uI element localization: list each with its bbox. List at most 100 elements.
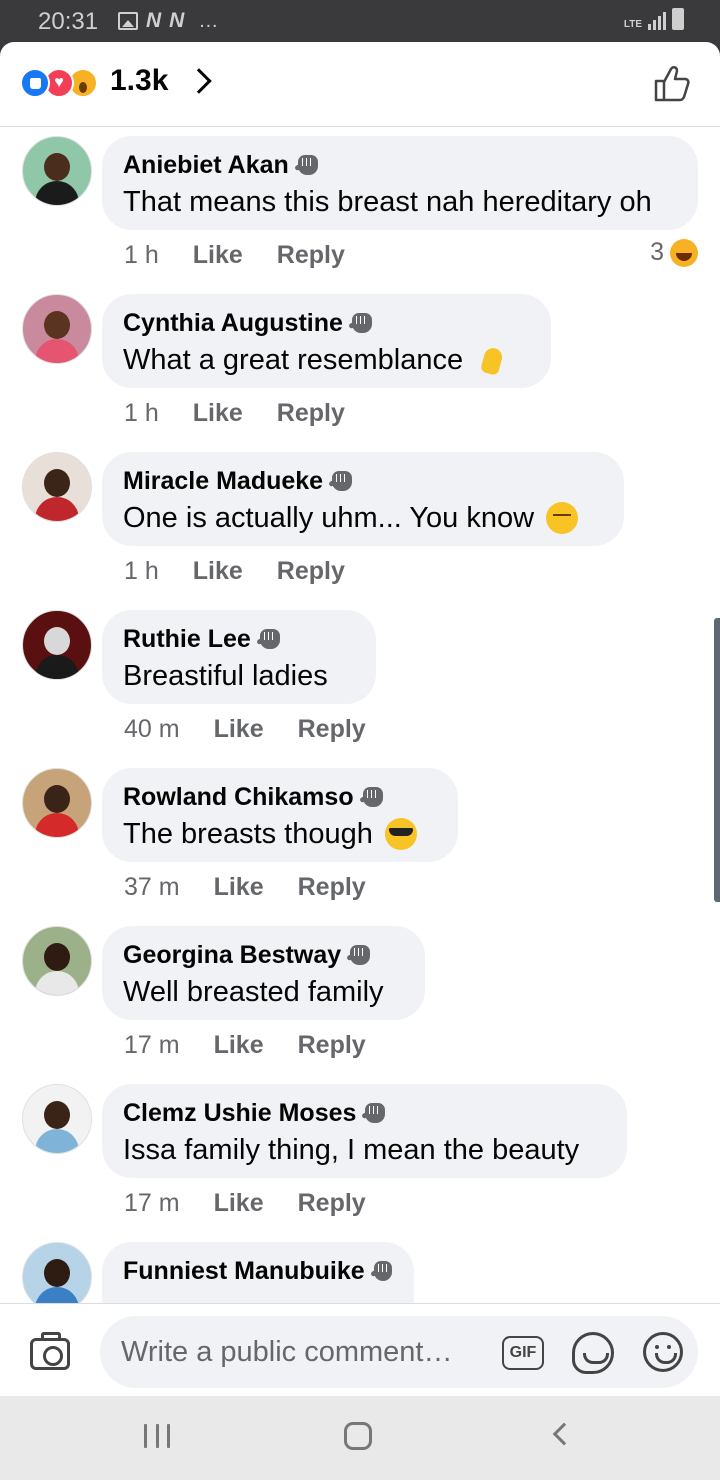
comment-text: The breasts though — [123, 818, 373, 850]
comment-text: What a great resemblance — [123, 344, 464, 376]
like-link[interactable]: Like — [214, 715, 264, 744]
relieved-face-emoji — [546, 502, 579, 534]
like-reaction-icon — [20, 68, 50, 98]
scroll-indicator[interactable] — [714, 618, 720, 902]
commenter-name[interactable]: Clemz Ushie Moses — [123, 1099, 356, 1128]
comment-timestamp: 40 m — [124, 714, 180, 743]
recent-apps-icon[interactable] — [144, 1424, 170, 1448]
comment-actions: 1 h Like Reply — [124, 398, 345, 428]
avatar[interactable] — [22, 610, 92, 680]
n-icon: N — [146, 9, 162, 32]
image-icon — [118, 12, 138, 30]
reaction-count[interactable]: 1.3k — [110, 64, 168, 98]
comment-actions: 1 h Like Reply — [124, 240, 345, 270]
comment-reaction-count: 3 — [650, 238, 664, 266]
n-icon: N — [169, 9, 185, 32]
camera-icon[interactable] — [30, 1332, 70, 1370]
status-right-icons: LTE — [624, 8, 684, 30]
back-icon[interactable] — [552, 1422, 576, 1446]
more-dots-icon: … — [198, 9, 220, 32]
waving-hand-badge-icon — [350, 945, 371, 965]
waving-hand-badge-icon — [373, 1261, 392, 1281]
commenter-name[interactable]: Miracle Madueke — [123, 467, 323, 496]
reply-link[interactable]: Reply — [298, 715, 366, 744]
sticker-icon[interactable] — [572, 1332, 614, 1374]
comment-actions: 17 m Like Reply — [124, 1188, 366, 1218]
comment-bubble[interactable]: Georgina Bestway Well breasted family — [102, 926, 425, 1020]
comment-text: Issa family thing, I mean the beauty — [123, 1134, 580, 1166]
comment-bubble[interactable]: Rowland Chikamso The breasts though — [102, 768, 458, 862]
comment-timestamp: 37 m — [124, 872, 180, 901]
thumbs-up-icon[interactable] — [652, 64, 692, 104]
reply-link[interactable]: Reply — [277, 557, 345, 586]
comment-text: Breastiful ladies — [123, 660, 328, 692]
status-time: 20:31 — [38, 8, 99, 35]
commenter-name[interactable]: Ruthie Lee — [123, 625, 251, 654]
commenter-name[interactable]: Funniest Manubuike — [123, 1257, 365, 1286]
sunglasses-face-emoji — [384, 818, 417, 850]
reply-link[interactable]: Reply — [298, 1189, 366, 1218]
comment-item: Aniebiet Akan That means this breast nah… — [0, 128, 720, 286]
emoji-icon[interactable] — [643, 1332, 683, 1372]
comment-actions: 40 m Like Reply — [124, 714, 366, 744]
like-link[interactable]: Like — [193, 557, 243, 586]
reply-link[interactable]: Reply — [298, 873, 366, 902]
commenter-name[interactable]: Georgina Bestway — [123, 941, 341, 970]
comment-bubble[interactable]: Ruthie Lee Breastiful ladies — [102, 610, 376, 704]
like-link[interactable]: Like — [214, 1189, 264, 1218]
comment-actions: 37 m Like Reply — [124, 872, 366, 902]
comment-timestamp: 17 m — [124, 1188, 180, 1217]
reply-link[interactable]: Reply — [277, 241, 345, 270]
waving-hand-badge-icon — [297, 155, 318, 175]
ok-hand-emoji — [475, 344, 507, 376]
avatar[interactable] — [22, 926, 92, 996]
laughing-reaction-icon — [670, 238, 698, 267]
comment-actions: 1 h Like Reply — [124, 556, 345, 586]
status-bar: 20:31 N N … LTE — [0, 0, 720, 42]
avatar[interactable] — [22, 768, 92, 838]
comment-item: Miracle Madueke One is actually uhm... Y… — [0, 444, 720, 602]
home-icon[interactable] — [344, 1422, 372, 1450]
avatar[interactable] — [22, 452, 92, 522]
chevron-right-icon[interactable] — [186, 68, 212, 94]
avatar[interactable] — [22, 1242, 92, 1303]
like-link[interactable]: Like — [214, 873, 264, 902]
comment-bubble[interactable]: Clemz Ushie Moses Issa family thing, I m… — [102, 1084, 627, 1178]
comment-bubble[interactable]: Funniest Manubuike — [102, 1242, 414, 1303]
commenter-name[interactable]: Aniebiet Akan — [123, 151, 289, 180]
comment-timestamp: 1 h — [124, 556, 159, 585]
comment-item: Cynthia Augustine What a great resemblan… — [0, 286, 720, 444]
comment-item: Clemz Ushie Moses Issa family thing, I m… — [0, 1076, 720, 1234]
battery-icon — [672, 8, 684, 30]
system-nav-bar — [0, 1396, 720, 1480]
comment-bubble[interactable]: Miracle Madueke One is actually uhm... Y… — [102, 452, 624, 546]
like-link[interactable]: Like — [193, 241, 243, 270]
comment-text: One is actually uhm... You know — [123, 502, 535, 534]
commenter-name[interactable]: Cynthia Augustine — [123, 309, 343, 338]
reactions-header[interactable]: 1.3k — [0, 42, 720, 127]
comment-composer: GIF — [0, 1303, 720, 1396]
reply-link[interactable]: Reply — [298, 1031, 366, 1060]
status-notification-icons: N N … — [118, 9, 219, 33]
comment-bubble[interactable]: Aniebiet Akan That means this breast nah… — [102, 136, 698, 230]
like-link[interactable]: Like — [214, 1031, 264, 1060]
waving-hand-badge-icon — [365, 1103, 386, 1123]
waving-hand-badge-icon — [362, 787, 383, 807]
commenter-name[interactable]: Rowland Chikamso — [123, 783, 354, 812]
comment-timestamp: 17 m — [124, 1030, 180, 1059]
avatar[interactable] — [22, 1084, 92, 1154]
comment-item: Georgina Bestway Well breasted family 17… — [0, 918, 720, 1076]
comment-timestamp: 1 h — [124, 240, 159, 269]
waving-hand-badge-icon — [351, 313, 372, 333]
comment-timestamp: 1 h — [124, 398, 159, 427]
comments-sheet: 1.3k Aniebiet Akan That means this breas… — [0, 42, 720, 1396]
avatar[interactable] — [22, 136, 92, 206]
avatar[interactable] — [22, 294, 92, 364]
comment-bubble[interactable]: Cynthia Augustine What a great resemblan… — [102, 294, 551, 388]
comment-reaction-summary[interactable]: 3 — [650, 238, 698, 267]
comment-actions: 17 m Like Reply — [124, 1030, 366, 1060]
waving-hand-badge-icon — [332, 471, 353, 491]
reply-link[interactable]: Reply — [277, 399, 345, 428]
like-link[interactable]: Like — [193, 399, 243, 428]
gif-icon[interactable]: GIF — [502, 1336, 544, 1370]
